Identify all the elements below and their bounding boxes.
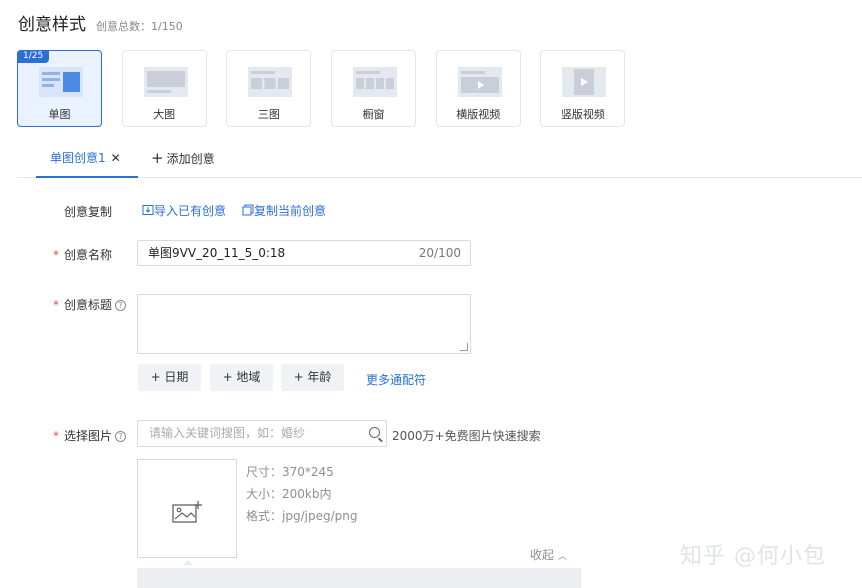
tab-label: 单图创意1 bbox=[50, 151, 106, 165]
style-label: 三图 bbox=[257, 108, 280, 121]
creative-title-label: * 创意标题? bbox=[53, 296, 127, 313]
single-image-icon bbox=[39, 67, 83, 97]
style-label: 橱窗 bbox=[362, 108, 385, 121]
image-format-spec: 格式：jpg/jpeg/png bbox=[246, 509, 358, 523]
duplicate-creative-link[interactable]: 复制当前创意 bbox=[242, 202, 326, 219]
required-mark: * bbox=[53, 298, 59, 312]
help-icon[interactable]: ? bbox=[115, 431, 127, 442]
recommendation-bar bbox=[137, 568, 581, 588]
required-mark: * bbox=[53, 248, 59, 262]
copy-icon bbox=[242, 204, 254, 216]
search-icon[interactable] bbox=[369, 427, 380, 438]
help-icon[interactable]: ? bbox=[115, 300, 127, 311]
add-image-icon bbox=[172, 501, 202, 523]
close-icon[interactable]: ✕ bbox=[111, 151, 121, 165]
image-weight-spec: 大小：200kb内 bbox=[246, 487, 332, 501]
three-images-icon bbox=[248, 67, 293, 97]
import-creative-link[interactable]: 导入已有创意 bbox=[142, 202, 226, 219]
import-icon bbox=[142, 205, 154, 215]
creative-copy-label: 创意复制 bbox=[64, 205, 113, 219]
image-search-hint: 2000万+免费图片快速搜索 bbox=[392, 429, 541, 443]
image-upload-box[interactable] bbox=[137, 459, 237, 558]
style-label: 竖版视频 bbox=[560, 108, 605, 121]
collapse-label: 收起 bbox=[530, 548, 555, 562]
style-label: 大图 bbox=[153, 108, 176, 121]
resize-handle-icon[interactable] bbox=[460, 343, 468, 351]
upload-pointer bbox=[183, 560, 193, 565]
large-image-icon bbox=[143, 67, 188, 97]
duplicate-creative-label: 复制当前创意 bbox=[254, 204, 327, 218]
style-label: 单图 bbox=[48, 108, 71, 121]
select-image-text: 选择图片 bbox=[64, 429, 113, 443]
style-card-three-images[interactable]: 三图 bbox=[226, 50, 312, 127]
more-wildcards-link[interactable]: 更多通配符 bbox=[366, 371, 426, 388]
chevron-up-icon: ︿ bbox=[557, 552, 567, 562]
creative-style-list: 1/25 单图 大图 三图 橱窗 横版视频 竖版视频 bbox=[17, 50, 645, 127]
style-label: 横版视频 bbox=[456, 108, 501, 121]
image-search-input[interactable]: 请输入关键词搜图，如：婚纱 bbox=[137, 420, 387, 447]
import-creative-label: 导入已有创意 bbox=[154, 204, 227, 218]
creative-name-value: 单图9VV_20_11_5_0:18 bbox=[148, 246, 286, 260]
image-size-spec: 尺寸：370*245 bbox=[246, 465, 334, 479]
horizontal-video-icon bbox=[457, 67, 502, 97]
required-mark: * bbox=[53, 429, 59, 443]
style-card-vertical-video[interactable]: 竖版视频 bbox=[540, 50, 626, 127]
creative-name-input[interactable]: 单图9VV_20_11_5_0:18 20/100 bbox=[137, 240, 471, 266]
select-image-label: * 选择图片? bbox=[53, 427, 127, 444]
style-card-large-image[interactable]: 大图 bbox=[121, 50, 207, 127]
creative-name-label: * 创意名称 bbox=[53, 246, 112, 263]
creative-title-text: 创意标题 bbox=[64, 298, 113, 312]
style-card-showcase[interactable]: 橱窗 bbox=[331, 50, 417, 127]
creative-name-counter: 20/100 bbox=[418, 246, 461, 260]
vertical-video-icon bbox=[562, 67, 607, 97]
creative-tabs: 单图创意1 ✕ + 添加创意 bbox=[17, 142, 862, 178]
style-card-single-image[interactable]: 1/25 单图 bbox=[17, 50, 102, 127]
insert-date-button[interactable]: + 日期 bbox=[138, 364, 201, 391]
creative-name-text: 创意名称 bbox=[64, 248, 113, 262]
showcase-icon bbox=[353, 67, 398, 97]
image-search-placeholder: 请输入关键词搜图，如：婚纱 bbox=[149, 426, 306, 440]
collapse-button[interactable]: 收起 ︿ bbox=[530, 546, 567, 563]
style-card-horizontal-video[interactable]: 横版视频 bbox=[435, 50, 521, 127]
plus-icon: + bbox=[151, 149, 164, 167]
insert-region-button[interactable]: + 地域 bbox=[210, 364, 273, 391]
page-header: 创意样式 创意总数：1/150 bbox=[18, 10, 183, 35]
add-creative-label: 添加创意 bbox=[166, 152, 215, 166]
creative-title-textarea[interactable] bbox=[137, 294, 471, 354]
page-title: 创意样式 bbox=[18, 15, 86, 35]
tab-single-image-creative-1[interactable]: 单图创意1 ✕ bbox=[36, 142, 138, 178]
creative-count: 创意总数：1/150 bbox=[96, 20, 183, 33]
watermark: 知乎 @何小包 bbox=[680, 544, 826, 569]
style-count-badge: 1/25 bbox=[17, 50, 50, 63]
insert-age-button[interactable]: + 年龄 bbox=[281, 364, 344, 391]
add-creative-button[interactable]: + 添加创意 bbox=[151, 142, 215, 176]
